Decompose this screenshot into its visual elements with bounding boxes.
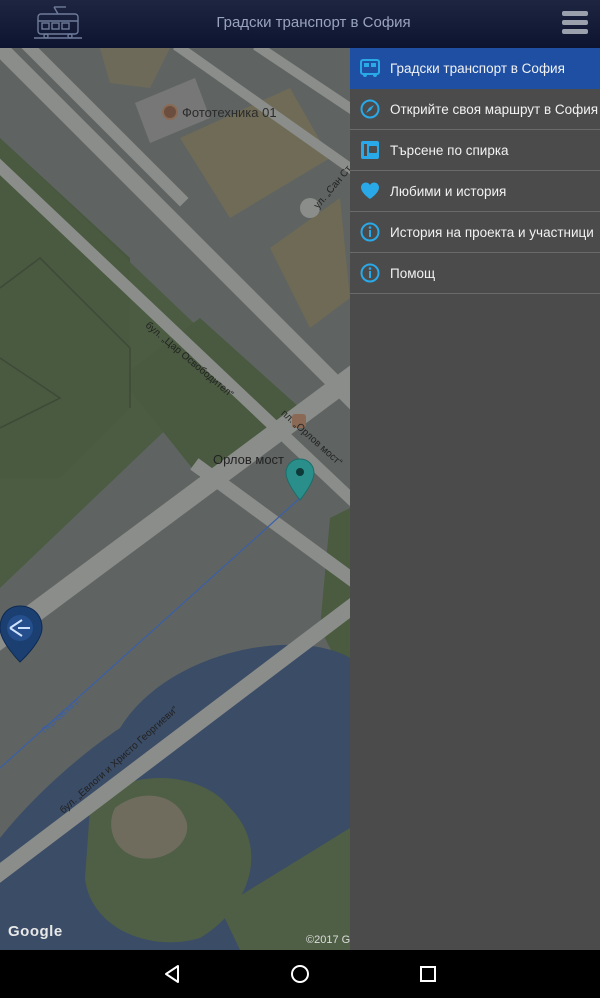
poi-photo[interactable]: Фототехника 01 bbox=[162, 104, 277, 120]
hamburger-menu-icon[interactable] bbox=[560, 8, 590, 38]
menu-item-label: Открийте своя маршрут в София bbox=[390, 101, 599, 117]
menu-item-stop-search[interactable]: Търсене по спирка bbox=[350, 130, 600, 171]
navigation-drawer: Градски транспорт в София Открийте своя … bbox=[350, 48, 600, 950]
menu-item-help[interactable]: Помощ bbox=[350, 253, 600, 294]
poi-metro-label: Орлов мост bbox=[213, 452, 284, 467]
bus-stop-icon bbox=[360, 140, 380, 160]
heart-icon bbox=[360, 181, 380, 201]
menu-item-label: Градски транспорт в София bbox=[390, 60, 565, 76]
bus-icon bbox=[360, 58, 380, 78]
location-marker-icon[interactable] bbox=[0, 604, 46, 664]
home-icon[interactable] bbox=[288, 962, 312, 986]
system-navigation-bar bbox=[0, 950, 600, 998]
menu-item-route[interactable]: Открийте своя маршрут в София bbox=[350, 89, 600, 130]
google-logo: Google bbox=[8, 923, 63, 940]
menu-item-label: Търсене по спирка bbox=[390, 142, 509, 158]
recents-icon[interactable] bbox=[416, 962, 440, 986]
app-header: Градски транспорт в София bbox=[0, 0, 600, 48]
menu-item-label: История на проекта и участници bbox=[390, 224, 594, 240]
menu-item-label: Любими и история bbox=[390, 183, 507, 199]
back-icon[interactable] bbox=[160, 962, 184, 986]
menu-item-label: Помощ bbox=[390, 265, 436, 281]
compass-icon bbox=[360, 99, 380, 119]
app-title: Градски транспорт в София bbox=[216, 14, 411, 31]
menu-item-project-history[interactable]: История на проекта и участници bbox=[350, 212, 600, 253]
shop-icon bbox=[162, 104, 178, 120]
info-icon bbox=[360, 263, 380, 283]
menu-item-transport[interactable]: Градски транспорт в София bbox=[350, 48, 600, 89]
menu-item-favorites[interactable]: Любими и история bbox=[350, 171, 600, 212]
map-pin-icon[interactable] bbox=[285, 458, 315, 502]
info-icon bbox=[360, 222, 380, 242]
map-copyright: ©2017 G bbox=[306, 934, 350, 946]
map-view[interactable]: Фототехника 01 Орлов мост бул. „Цар Осво… bbox=[0, 48, 350, 950]
